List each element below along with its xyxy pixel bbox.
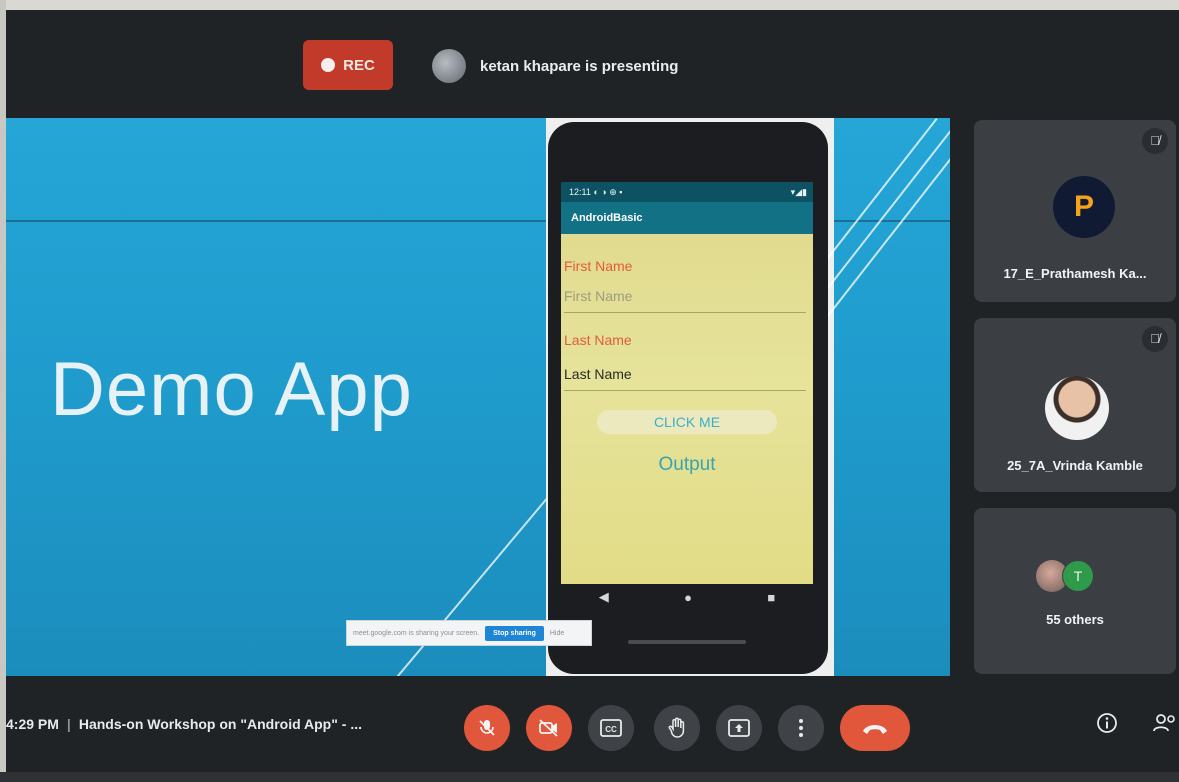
phone-home-indicator <box>628 640 746 644</box>
presenter-avatar <box>432 49 466 83</box>
participant-name: 25_7A_Vrinda Kamble <box>1007 458 1143 473</box>
raise-hand-button[interactable] <box>654 705 700 751</box>
presenter-text: ketan khapare is presenting <box>480 57 679 75</box>
raise-hand-icon <box>668 717 685 738</box>
recent-apps-icon[interactable]: ■ <box>767 590 775 605</box>
phone-status-time: 12:11 ◐ ◑ ⊕ ▪ <box>569 187 623 197</box>
meeting-time: 4:29 PM <box>6 716 59 732</box>
phone-app-bar: AndroidBasic <box>561 202 813 234</box>
click-me-button[interactable]: CLICK ME <box>597 410 777 434</box>
stop-sharing-button[interactable]: Stop sharing <box>485 625 544 641</box>
present-now-button[interactable] <box>716 705 762 751</box>
leave-call-button[interactable] <box>840 705 910 751</box>
record-dot-icon <box>321 58 336 72</box>
first-name-input[interactable]: First Name <box>564 288 806 313</box>
more-options-button[interactable] <box>778 705 824 751</box>
phone-status-bar: 12:11 ◐ ◑ ⊕ ▪ ▾◢▮ <box>561 182 813 202</box>
video-call-screen: REC ketan khapare is presenting Demo App… <box>0 0 1179 782</box>
slide-title: Demo App <box>50 347 413 432</box>
camera-toggle-button[interactable] <box>526 705 572 751</box>
show-everyone-button[interactable] <box>1152 712 1179 742</box>
others-avatars: T <box>1036 560 1094 592</box>
avatar: P <box>1053 176 1115 238</box>
participant-name: 17_E_Prathamesh Ka... <box>1003 266 1147 281</box>
recording-indicator[interactable]: REC <box>303 40 393 90</box>
avatar: T <box>1062 560 1094 592</box>
last-name-label: Last Name <box>564 332 632 348</box>
output-text: Output <box>658 454 716 475</box>
captions-icon: CC <box>600 719 622 737</box>
screen-share-bar: meet.google.com is sharing your screen. … <box>346 620 592 646</box>
camera-off-icon <box>539 719 558 737</box>
others-count: 55 others <box>1046 612 1104 627</box>
share-message: meet.google.com is sharing your screen. <box>353 629 480 637</box>
mic-off-icon: 🎙̸ <box>1142 326 1168 352</box>
meeting-details[interactable]: 4:29 PM | Hands-on Workshop on "Android Ap… <box>6 716 362 732</box>
participant-tile[interactable]: 🎙̸ P 17_E_Prathamesh Ka... <box>974 120 1176 302</box>
avatar <box>1045 376 1109 440</box>
last-name-input[interactable]: Last Name <box>564 366 806 391</box>
people-icon <box>1153 714 1175 732</box>
present-icon <box>728 719 750 737</box>
phone-status-icons: ▾◢▮ <box>790 187 807 197</box>
others-tile[interactable]: T 55 others <box>974 508 1176 674</box>
mic-off-icon <box>479 720 495 736</box>
meeting-title: Hands-on Workshop on "Android App" - ... <box>78 716 362 732</box>
photo-border-bottom <box>0 772 1179 782</box>
recording-label: REC <box>343 56 375 74</box>
meeting-separator: | <box>66 716 71 732</box>
slide-decor-line <box>391 498 548 676</box>
end-call-icon <box>863 725 887 734</box>
back-icon[interactable]: ◀ <box>599 589 609 605</box>
mic-toggle-button[interactable] <box>464 705 510 751</box>
hide-share-bar-link[interactable]: Hide <box>550 630 564 637</box>
svg-text:CC: CC <box>605 725 617 734</box>
home-icon[interactable]: ● <box>684 590 692 605</box>
meeting-info-button[interactable] <box>1092 712 1122 742</box>
info-icon <box>1097 713 1117 733</box>
mic-off-icon: 🎙̸ <box>1142 128 1168 154</box>
phone-app-screen: 12:11 ◐ ◑ ⊕ ▪ ▾◢▮ AndroidBasic First Nam… <box>561 182 813 584</box>
captions-button[interactable]: CC <box>588 705 634 751</box>
photo-border-top <box>0 0 1179 10</box>
presenter-indicator: ketan khapare is presenting <box>432 48 678 84</box>
phone-nav-bar: ◀ ● ■ <box>561 584 813 610</box>
more-options-icon <box>799 719 803 737</box>
participant-tile[interactable]: 🎙̸ 25_7A_Vrinda Kamble <box>974 318 1176 492</box>
first-name-label: First Name <box>564 258 633 274</box>
